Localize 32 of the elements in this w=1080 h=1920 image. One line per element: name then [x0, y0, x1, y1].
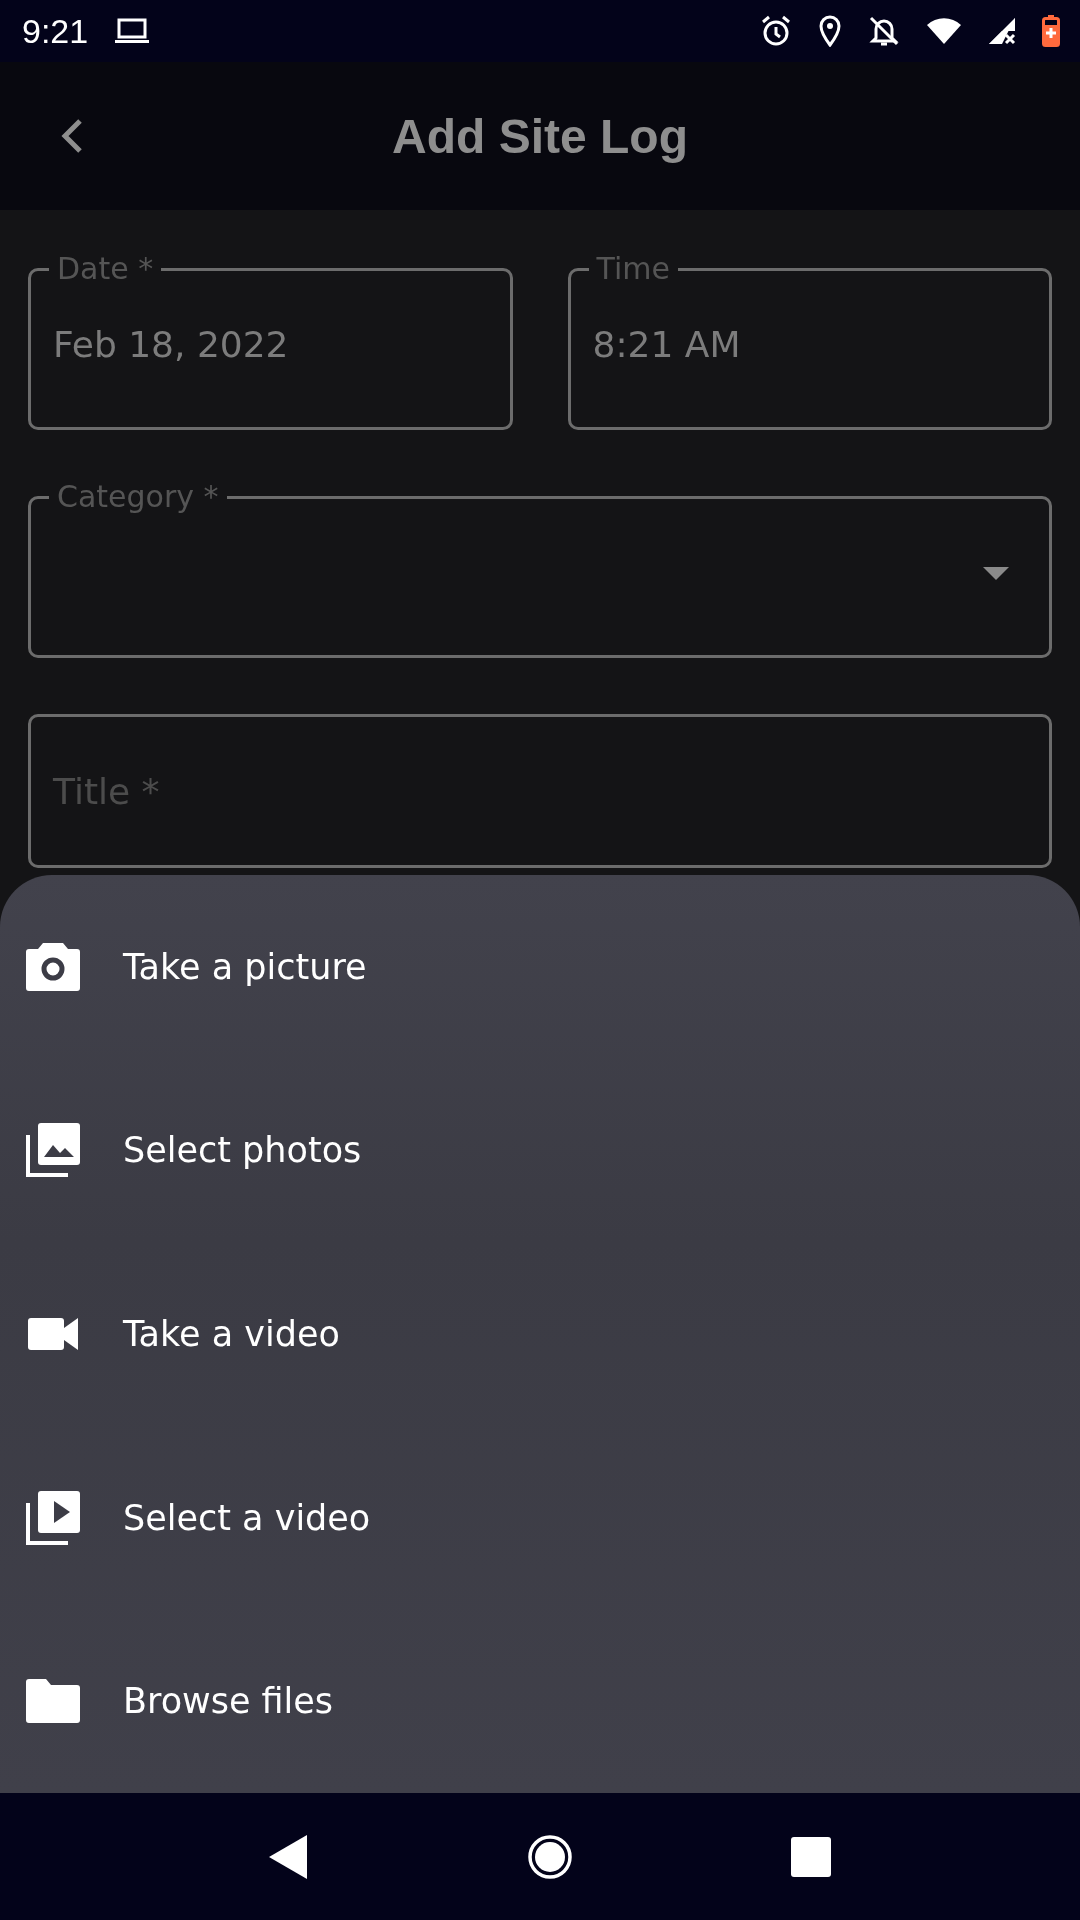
- text-field[interactable]: Date * Feb 18, 2022: [28, 254, 513, 430]
- wifi-icon: [926, 17, 962, 45]
- video-stack-icon: [25, 1490, 81, 1545]
- alarm-icon: [760, 15, 792, 47]
- sheet-option[interactable]: Take a video: [0, 1242, 1080, 1426]
- field-label: Date *: [56, 254, 155, 284]
- laptop-icon: [114, 17, 151, 45]
- battery-icon: [1042, 15, 1060, 47]
- camera-icon: [25, 942, 81, 991]
- page-title: Add Site Log: [391, 108, 689, 164]
- video-camera-icon: [25, 1318, 81, 1350]
- text-field[interactable]: Time 8:21 AM: [567, 254, 1052, 430]
- sheet-option[interactable]: Select photos: [0, 1058, 1080, 1243]
- recents-nav-icon[interactable]: [791, 1836, 831, 1877]
- caret-icon: [983, 566, 1009, 581]
- sheet-option[interactable]: Browse files: [0, 1609, 1080, 1793]
- photo-stack-icon: [25, 1123, 81, 1178]
- signal-icon: [988, 17, 1016, 45]
- sheet-option[interactable]: Take a picture: [0, 875, 1080, 1059]
- status-time: 9:21: [22, 11, 89, 51]
- back-nav-icon[interactable]: [269, 1834, 309, 1879]
- field-label: Time: [595, 254, 671, 284]
- field-placeholder: Title *: [53, 770, 160, 812]
- bell-off-icon: [868, 15, 900, 47]
- back-icon[interactable]: [60, 118, 84, 154]
- field-value: Feb 18, 2022: [53, 324, 289, 365]
- field-label: Category *: [56, 482, 220, 512]
- sheet-option[interactable]: Select a video: [0, 1425, 1080, 1610]
- field-value: 8:21 AM: [592, 324, 741, 365]
- location-icon: [818, 15, 842, 47]
- folder-icon: [25, 1679, 81, 1724]
- home-nav-icon[interactable]: [527, 1833, 573, 1880]
